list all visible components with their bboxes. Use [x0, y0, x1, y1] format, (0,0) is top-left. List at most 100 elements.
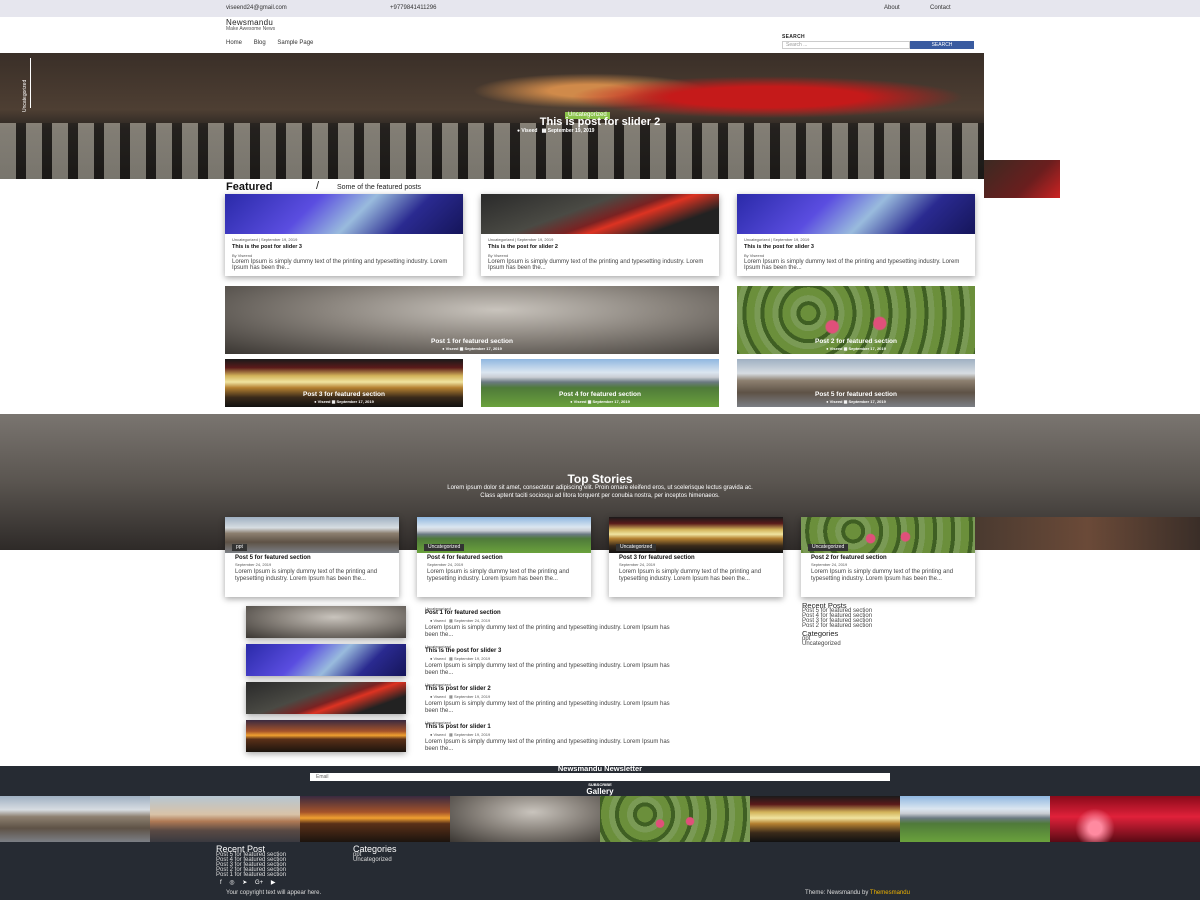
featured-tile[interactable]: Post 2 for featured section ● Viseed ▦ S…	[737, 286, 975, 354]
story-card[interactable]: Uncategorized Post 3 for featured sectio…	[609, 517, 783, 597]
gallery-image[interactable]	[150, 796, 300, 842]
list-author: Viseed	[433, 656, 446, 661]
featured-tile[interactable]: Post 3 for featured section ● Viseed ▦ S…	[225, 359, 463, 407]
tile-date: September 17, 2019	[848, 346, 886, 351]
copyright-text: Your copyright text will appear here.	[226, 890, 322, 896]
instagram-icon[interactable]: ◎	[229, 880, 234, 886]
story-badge[interactable]: ppt	[232, 544, 247, 551]
card-title[interactable]: This is the post for slider 3	[744, 244, 814, 250]
story-badge[interactable]: Uncategorized	[424, 544, 465, 551]
top-phone[interactable]: +9779841411296	[390, 5, 436, 11]
gallery-image[interactable]	[300, 796, 450, 842]
theme-credit-link[interactable]: Themesmandu	[870, 890, 910, 896]
list-excerpt: Lorem Ipsum is simply dummy text of the …	[425, 739, 670, 752]
tile-author: Viseed	[445, 346, 459, 351]
list-title[interactable]: Post 1 for featured section	[425, 610, 501, 616]
tile-title[interactable]: Post 4 for featured section	[481, 391, 719, 398]
gallery-image[interactable]	[900, 796, 1050, 842]
card-title[interactable]: This is the post for slider 3	[232, 244, 302, 250]
card-image[interactable]	[225, 194, 463, 234]
featured-card[interactable]: Uncategorized | September 19, 2019 This …	[225, 194, 463, 276]
site-tagline: Make Awesome News	[226, 26, 276, 32]
story-title[interactable]: Post 2 for featured section	[811, 555, 887, 561]
featured-subheading: Some of the featured posts	[337, 184, 422, 191]
search-button[interactable]: SEARCH	[910, 41, 974, 49]
story-image[interactable]	[225, 517, 399, 553]
newsletter-email-input[interactable]: Email	[310, 773, 890, 781]
story-excerpt: Lorem Ipsum is simply dummy text of the …	[619, 569, 762, 582]
card-title[interactable]: This is the post for slider 2	[488, 244, 558, 250]
featured-tile[interactable]: Post 4 for featured section ● Viseed ▦ S…	[481, 359, 719, 407]
tile-date: September 17, 2019	[592, 399, 630, 404]
nav-item-home[interactable]: Home	[226, 40, 242, 46]
top-link-about[interactable]: About	[884, 5, 900, 11]
card-meta: Uncategorized | September 19, 2019	[232, 237, 298, 242]
list-title[interactable]: This is post for slider 1	[425, 724, 491, 730]
top-link-contact[interactable]: Contact	[930, 5, 951, 11]
list-thumbnail[interactable]	[246, 682, 406, 714]
featured-card[interactable]: Uncategorized | September 19, 2019 This …	[737, 194, 975, 276]
list-author: Viseed	[433, 694, 446, 699]
gallery-image[interactable]	[750, 796, 900, 842]
list-thumbnail[interactable]	[246, 720, 406, 752]
list-date: September 24, 2019	[453, 618, 491, 623]
site-header: Newsmandu Make Awesome News Home Blog Sa…	[0, 17, 1200, 53]
story-excerpt: Lorem Ipsum is simply dummy text of the …	[427, 569, 570, 582]
gallery-image[interactable]	[450, 796, 600, 842]
nav-item-blog[interactable]: Blog	[254, 40, 266, 46]
gallery-image[interactable]	[600, 796, 750, 842]
top-email[interactable]: viseend24@gmail.com	[226, 5, 287, 11]
list-date: September 19, 2019	[453, 732, 491, 737]
hero-title[interactable]: This is post for slider 2	[0, 116, 1200, 128]
card-excerpt: Lorem Ipsum is simply dummy text of the …	[232, 259, 448, 271]
featured-heading: Featured	[226, 181, 273, 193]
facebook-icon[interactable]: f	[220, 880, 222, 886]
top-stories-image-overflow	[975, 517, 1200, 550]
story-title[interactable]: Post 3 for featured section	[619, 555, 695, 561]
hero-author[interactable]: Viseed	[521, 128, 537, 134]
footer-category-item[interactable]: Uncategorized	[353, 857, 392, 863]
story-title[interactable]: Post 4 for featured section	[427, 555, 503, 561]
story-excerpt: Lorem Ipsum is simply dummy text of the …	[235, 569, 378, 582]
card-image[interactable]	[481, 194, 719, 234]
featured-tile[interactable]: Post 1 for featured section ● Viseed ▦ S…	[225, 286, 719, 354]
tile-meta: ● Viseed ▦ September 17, 2019	[442, 346, 502, 351]
search-input[interactable]: Search ...	[782, 41, 910, 49]
list-thumbnail[interactable]	[246, 644, 406, 676]
footer-recent-item[interactable]: Post 1 for featured section	[216, 872, 286, 878]
google-plus-icon[interactable]: G+	[255, 880, 263, 886]
story-card[interactable]: Uncategorized Post 4 for featured sectio…	[417, 517, 591, 597]
story-title[interactable]: Post 5 for featured section	[235, 555, 311, 561]
twitter-icon[interactable]: ➤	[242, 880, 247, 886]
card-meta: Uncategorized | September 19, 2019	[488, 237, 554, 242]
list-date: September 19, 2019	[453, 656, 491, 661]
tile-author: Viseed	[829, 346, 843, 351]
list-title[interactable]: This is post for slider 2	[425, 686, 491, 692]
top-stories-description: Lorem ipsum dolor sit amet, consectetur …	[0, 484, 1200, 500]
list-meta: ● Viseed ▦ September 19, 2019	[430, 732, 491, 737]
tile-title[interactable]: Post 5 for featured section	[737, 391, 975, 398]
card-image[interactable]	[737, 194, 975, 234]
list-excerpt: Lorem Ipsum is simply dummy text of the …	[425, 701, 670, 714]
story-card[interactable]: Uncategorized Post 2 for featured sectio…	[801, 517, 975, 597]
story-card[interactable]: ppt Post 5 for featured section Septembe…	[225, 517, 399, 597]
featured-tile[interactable]: Post 5 for featured section ● Viseed ▦ S…	[737, 359, 975, 407]
sidebar-category-item[interactable]: Uncategorized	[802, 641, 841, 647]
card-author: By Viseend	[744, 253, 765, 258]
user-icon: ●	[517, 128, 521, 134]
gallery-image[interactable]	[0, 796, 150, 842]
nav-item-sample-page[interactable]: Sample Page	[277, 40, 313, 46]
tile-title[interactable]: Post 2 for featured section	[737, 338, 975, 345]
tile-title[interactable]: Post 3 for featured section	[225, 391, 463, 398]
slider-side-label: Uncategorized	[22, 79, 28, 112]
list-thumbnail[interactable]	[246, 606, 406, 638]
story-date: September 24, 2019	[811, 562, 848, 567]
list-author: Viseed	[433, 618, 446, 623]
youtube-icon[interactable]: ▶	[271, 880, 276, 886]
story-badge[interactable]: Uncategorized	[616, 544, 657, 551]
featured-card[interactable]: Uncategorized | September 19, 2019 This …	[481, 194, 719, 276]
list-title[interactable]: This is the post for slider 3	[425, 648, 501, 654]
tile-title[interactable]: Post 1 for featured section	[225, 338, 719, 345]
gallery-image[interactable]	[1050, 796, 1200, 842]
story-badge[interactable]: Uncategorized	[808, 544, 849, 551]
